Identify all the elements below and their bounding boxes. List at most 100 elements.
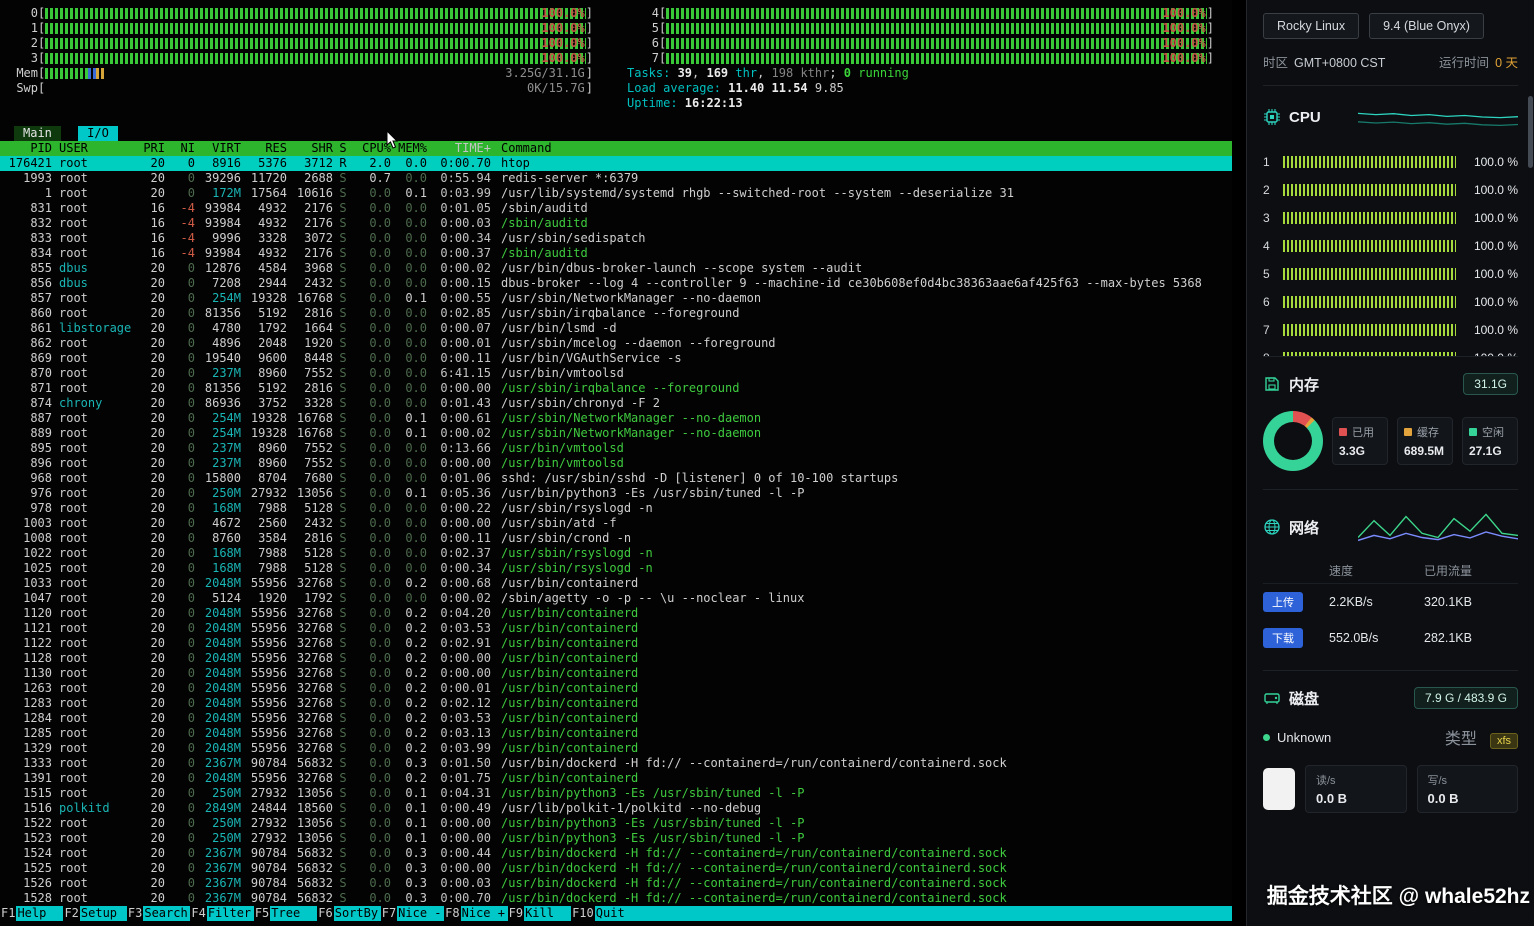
process-row[interactable]: 1263root2002048M5595632768S0.00.20:00.01… [0, 681, 1232, 696]
process-row[interactable]: 176421root200891653763712R2.00.00:00.70h… [0, 156, 1232, 171]
process-row[interactable]: 1120root2002048M5595632768S0.00.20:04.20… [0, 606, 1232, 621]
memory-icon [1263, 375, 1281, 393]
system-monitor-panel: Rocky Linux 9.4 (Blue Onyx) 时区GMT+0800 C… [1246, 0, 1534, 926]
process-row[interactable]: 1525root2002367M9078456832S0.00.30:00.00… [0, 861, 1232, 876]
meters-left-column: 0[100.0%]1[100.0%]2[100.0%]3[100.0%] Mem… [6, 6, 593, 111]
run-time-label: 运行时间 [1439, 56, 1489, 70]
tab-io[interactable]: I/O [78, 126, 118, 141]
disk-type-badge: xfs [1490, 733, 1518, 749]
disk-write-label: 写/s [1428, 772, 1508, 788]
fkey-f8[interactable]: F8Nice + [444, 906, 507, 921]
process-row[interactable]: 1391root2002048M5595632768S0.00.20:01.75… [0, 771, 1232, 786]
process-row[interactable]: 862root200489620481920S0.00.00:00.01/usr… [0, 336, 1232, 351]
process-row[interactable]: 1033root2002048M5595632768S0.00.20:00.68… [0, 576, 1232, 591]
process-row[interactable]: 1528root2002367M9078456832S0.00.30:00.70… [0, 891, 1232, 906]
meters-right-column: 4[100.0%]5[100.0%]6[100.0%]7[100.0%] Tas… [627, 6, 1214, 111]
process-row[interactable]: 1526root2002367M9078456832S0.00.30:00.03… [0, 876, 1232, 891]
cpu-meter: 5[100.0%] [627, 21, 1214, 36]
process-row[interactable]: 887root200254M1932816768S0.00.10:00.61/u… [0, 411, 1232, 426]
process-table-header[interactable]: PIDUSERPRINIVIRTRESSHRSCPU%MEM%TIME+Comm… [0, 141, 1232, 156]
process-row[interactable]: 1524root2002367M9078456832S0.00.30:00.44… [0, 846, 1232, 861]
process-row[interactable]: 869root2001954096008448S0.00.00:00.11/us… [0, 351, 1232, 366]
fkey-f4[interactable]: F4Filter [190, 906, 253, 921]
disk-thumbnail-icon [1263, 768, 1295, 810]
process-row[interactable]: 870root200237M89607552S0.00.06:41.15/usr… [0, 366, 1232, 381]
disk-section-title: 磁盘 [1289, 688, 1319, 709]
disk-write-box: 写/s 0.0 B [1417, 765, 1519, 813]
process-row[interactable]: 1003root200467225602432S0.00.00:00.00/us… [0, 516, 1232, 531]
cpu-core-meter: 7100.0 % [1263, 316, 1518, 344]
process-row[interactable]: 832root16-49398449322176S0.00.00:00.03/s… [0, 216, 1232, 231]
process-row[interactable]: 1993root20039296117202688S0.70.00:55.94r… [0, 171, 1232, 186]
process-row[interactable]: 896root200237M89607552S0.00.00:00.00/usr… [0, 456, 1232, 471]
process-row[interactable]: 1283root2002048M5595632768S0.00.20:02.12… [0, 696, 1232, 711]
disk-read-value: 0.0 B [1316, 791, 1396, 806]
process-row[interactable]: 831root16-49398449322176S0.00.00:01.05/s… [0, 201, 1232, 216]
process-row[interactable]: 1121root2002048M5595632768S0.00.20:03.53… [0, 621, 1232, 636]
tab-main[interactable]: Main [14, 126, 61, 141]
process-row[interactable]: 861libstorage200478017921664S0.00.00:00.… [0, 321, 1232, 336]
fkey-f10[interactable]: F10Quit [571, 906, 642, 921]
fkey-f5[interactable]: F5Tree [254, 906, 317, 921]
process-row[interactable]: 1130root2002048M5595632768S0.00.20:00.00… [0, 666, 1232, 681]
memory-section-title: 内存 [1289, 374, 1319, 395]
free-color-swatch [1469, 428, 1477, 436]
process-row[interactable]: 1122root2002048M5595632768S0.00.20:02.91… [0, 636, 1232, 651]
panel-scrollbar-thumb[interactable] [1528, 96, 1533, 168]
fkey-f9[interactable]: F9Kill [508, 906, 571, 921]
process-row[interactable]: 976root200250M2793213056S0.00.10:05.36/u… [0, 486, 1232, 501]
process-row[interactable]: 1022root200168M79885128S0.00.00:02.37/us… [0, 546, 1232, 561]
process-row[interactable]: 1523root200250M2793213056S0.00.10:00.00/… [0, 831, 1232, 846]
process-row[interactable]: 833root16-4999633283072S0.00.00:00.34/us… [0, 231, 1232, 246]
process-row[interactable]: 1025root200168M79885128S0.00.00:00.34/us… [0, 561, 1232, 576]
process-row[interactable]: 860root2008135651922816S0.00.00:02.85/us… [0, 306, 1232, 321]
process-row[interactable]: 871root2008135651922816S0.00.00:00.00/us… [0, 381, 1232, 396]
mem-meter: Mem[3.25G/31.1G] [6, 66, 593, 81]
process-row[interactable]: 1128root2002048M5595632768S0.00.20:00.00… [0, 651, 1232, 666]
process-row[interactable]: 1008root200876035842816S0.00.00:00.11/us… [0, 531, 1232, 546]
cpu-core-meter: 4100.0 % [1263, 232, 1518, 260]
process-row[interactable]: 1root200172M1756410616S0.00.10:03.99/usr… [0, 186, 1232, 201]
load-average-line: Load average: 11.40 11.54 9.85 [627, 81, 1214, 96]
process-row[interactable]: 1333root2002367M9078456832S0.00.30:01.50… [0, 756, 1232, 771]
process-row[interactable]: 1329root2002048M5595632768S0.00.20:03.99… [0, 741, 1232, 756]
cpu-core-meters: 1100.0 %2100.0 %3100.0 %4100.0 %5100.0 %… [1263, 148, 1518, 356]
fkey-f3[interactable]: F3Search [127, 906, 190, 921]
process-row[interactable]: 1284root2002048M5595632768S0.00.20:03.53… [0, 711, 1232, 726]
upload-badge: 上传 [1263, 592, 1303, 612]
upload-speed: 2.2KB/s [1329, 595, 1424, 609]
process-row[interactable]: 856dbus200720829442432S0.00.00:00.15dbus… [0, 276, 1232, 291]
fkey-f6[interactable]: F6SortBy [317, 906, 380, 921]
process-row[interactable]: 978root200168M79885128S0.00.00:00.22/usr… [0, 501, 1232, 516]
memory-used-value: 3.3G [1339, 444, 1381, 458]
cpu-sparkline-chart [1358, 102, 1518, 132]
process-row[interactable]: 895root200237M89607552S0.00.00:13.66/usr… [0, 441, 1232, 456]
disk-write-value: 0.0 B [1428, 791, 1508, 806]
process-row[interactable]: 1047root200512419201792S0.00.00:00.02/sb… [0, 591, 1232, 606]
cpu-core-meter: 1100.0 % [1263, 148, 1518, 176]
function-key-bar: F1HelpF2SetupF3SearchF4FilterF5TreeF6Sor… [0, 906, 1232, 921]
os-version-button[interactable]: 9.4 (Blue Onyx) [1369, 13, 1484, 39]
fkey-f2[interactable]: F2Setup [63, 906, 126, 921]
panel-gap [1232, 0, 1246, 926]
process-row[interactable]: 857root200254M1932816768S0.00.10:00.55/u… [0, 291, 1232, 306]
process-row[interactable]: 1522root200250M2793213056S0.00.10:00.00/… [0, 816, 1232, 831]
process-row[interactable]: 1285root2002048M5595632768S0.00.20:03.13… [0, 726, 1232, 741]
os-name-button[interactable]: Rocky Linux [1263, 13, 1359, 39]
process-row[interactable]: 834root16-49398449322176S0.00.00:00.37/s… [0, 246, 1232, 261]
traffic-column-header: 已用流量 [1424, 562, 1518, 579]
cpu-meter: 4[100.0%] [627, 6, 1214, 21]
htop-terminal: 0[100.0%]1[100.0%]2[100.0%]3[100.0%] Mem… [0, 0, 1232, 926]
process-row[interactable]: 1516polkitd2002849M2484418560S0.00.10:00… [0, 801, 1232, 816]
process-row[interactable]: 968root2001580087047680S0.00.00:01.06ssh… [0, 471, 1232, 486]
fkey-f1[interactable]: F1Help [0, 906, 63, 921]
disk-status-dot [1263, 734, 1270, 741]
process-row[interactable]: 855dbus2001287645843968S0.00.00:00.02/us… [0, 261, 1232, 276]
process-row[interactable]: 874chrony2008693637523328S0.00.00:01.43/… [0, 396, 1232, 411]
memory-donut-chart [1263, 411, 1323, 471]
used-color-swatch [1339, 428, 1347, 436]
fkey-f7[interactable]: F7Nice - [381, 906, 444, 921]
memory-legend-free: 空闲 27.1G [1462, 417, 1518, 465]
process-row[interactable]: 889root200254M1932816768S0.00.10:00.02/u… [0, 426, 1232, 441]
process-row[interactable]: 1515root200250M2793213056S0.00.10:04.31/… [0, 786, 1232, 801]
